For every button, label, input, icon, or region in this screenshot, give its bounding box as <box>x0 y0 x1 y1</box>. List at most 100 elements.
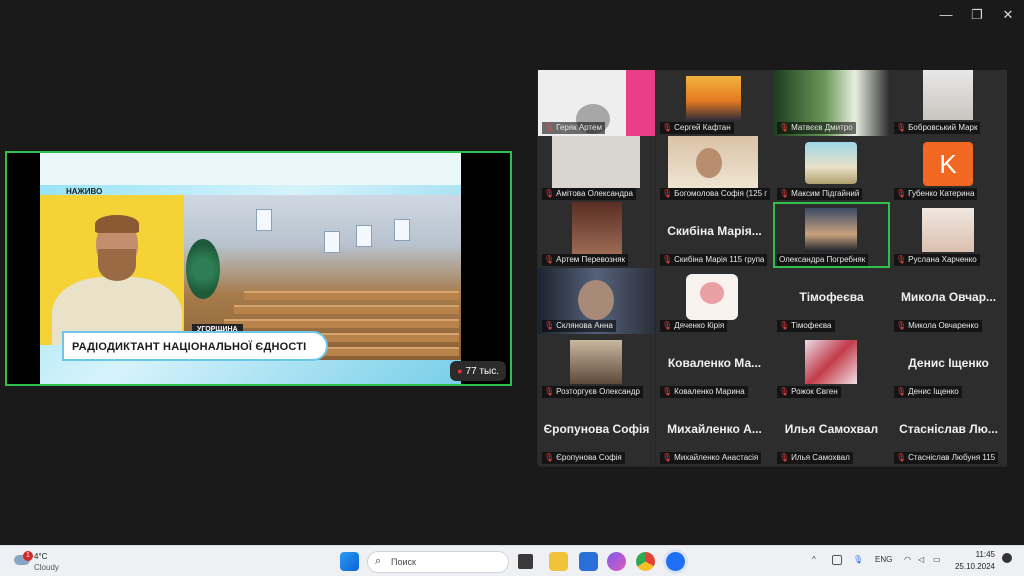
chrome-icon[interactable] <box>636 552 655 571</box>
participant-name: 🎙 Руслана Харченко <box>894 254 980 266</box>
participant-name: 🎙 Микола Овчаренко <box>894 320 982 332</box>
participant-name: 🎙 Дяченко Кірія <box>660 320 728 332</box>
mic-muted-icon: 🎙 <box>662 123 673 132</box>
search-box[interactable]: ⌕ Поиск <box>367 551 509 573</box>
mic-muted-icon: 🎙 <box>896 123 907 132</box>
wifi-icon[interactable]: ◠ <box>904 555 911 564</box>
start-icon[interactable] <box>340 552 359 571</box>
weather-widget[interactable]: 1 4°C Cloudy <box>14 550 74 574</box>
participant-tile[interactable]: Денис Іщенко 🎙 Денис Іщенко <box>890 334 1007 400</box>
microphone-icon[interactable]: 🎙 <box>853 555 863 564</box>
participant-name: 🎙 Розторгуєв Олександр <box>542 386 643 398</box>
participant-tile[interactable]: 🎙 Бобровський Марк <box>890 70 1007 136</box>
participant-tile[interactable]: 🎙 Матвєєв Дмитро <box>773 70 890 136</box>
participant-photo <box>923 70 973 120</box>
hall-window <box>394 219 410 241</box>
zoom-icon[interactable] <box>666 552 685 571</box>
participant-tile-active-speaker[interactable]: Олександра Погребняк <box>773 202 890 268</box>
participant-photo-detail <box>700 282 724 304</box>
shared-screen[interactable]: НАЖИВО УГОРЩИНА РАДІОДИКТАНТ НАЦІОНАЛЬНО… <box>5 151 512 386</box>
participant-big-name: Коваленко Ма... <box>667 356 762 370</box>
participant-tile[interactable]: 🎙 Богомолова Софія (125 г <box>656 136 773 202</box>
plant <box>186 239 220 299</box>
task-view-icon[interactable] <box>518 554 533 569</box>
mic-muted-icon: 🎙 <box>896 321 907 330</box>
participant-name: 🎙 Склянова Анна <box>542 320 616 332</box>
clock-date: 25.10.2024 <box>954 562 995 571</box>
participant-tile[interactable]: Микола Овчар... 🎙 Микола Овчаренко <box>890 268 1007 334</box>
mic-muted-icon: 🎙 <box>896 255 907 264</box>
participant-tile[interactable]: Илья Самохвал 🎙 Илья Самохвал <box>773 400 890 466</box>
participant-big-name: Єропунова Софія <box>543 422 650 436</box>
avatar: K <box>923 142 973 186</box>
participant-photo <box>805 142 857 184</box>
participant-big-name: Илья Самохвал <box>784 422 879 436</box>
participant-video <box>805 208 857 252</box>
participant-name: 🎙 Матвєєв Дмитро <box>777 122 856 134</box>
tray-app-icon[interactable] <box>832 555 842 565</box>
participant-tile[interactable]: 🎙 Геряк Артем <box>538 70 655 136</box>
mic-muted-icon: 🎙 <box>544 387 555 396</box>
participant-name: 🎙 Губенко Катерина <box>894 188 978 200</box>
volume-icon[interactable]: ◁ <box>918 555 924 564</box>
participant-tile[interactable]: Єропунова Софія 🎙 Єропунова Софія <box>538 400 655 466</box>
minimize-button[interactable]: — <box>933 6 959 24</box>
participant-tile[interactable]: 🎙 Рожок Євген <box>773 334 890 400</box>
participant-tile[interactable]: 🎙 Артем Перевозняк <box>538 202 655 268</box>
notifications-icon[interactable] <box>1002 553 1012 563</box>
participant-photo <box>686 76 741 121</box>
participant-name: 🎙 Богомолова Софія (125 г <box>660 188 771 200</box>
mic-muted-icon: 🎙 <box>896 189 907 198</box>
mic-muted-icon: 🎙 <box>779 453 790 462</box>
participant-big-name: Тімофеєва <box>799 290 864 304</box>
close-button[interactable]: ✕ <box>995 6 1021 24</box>
participant-tile[interactable]: 🎙 Розторгуєв Олександр <box>538 334 655 400</box>
participant-photo <box>922 208 974 252</box>
participant-video <box>552 136 640 188</box>
participant-tile[interactable]: 🎙 Сергей Кафтан <box>656 70 773 136</box>
copilot-icon[interactable] <box>607 552 626 571</box>
banner-text: РАДІОДИКТАНТ НАЦІОНАЛЬНОЇ ЄДНОСТІ <box>72 341 307 353</box>
participant-name: 🎙 Рожок Євген <box>777 386 841 398</box>
participant-head <box>578 280 614 320</box>
title-banner: РАДІОДИКТАНТ НАЦІОНАЛЬНОЇ ЄДНОСТІ <box>64 333 326 359</box>
viewers-badge[interactable]: ● 77 тыс. <box>450 361 506 381</box>
mic-muted-icon: 🎙 <box>779 387 790 396</box>
restore-button[interactable]: ❐ <box>964 6 990 24</box>
desk-row <box>224 319 459 328</box>
participant-tile[interactable]: Михайленко А... 🎙 Михайленко Анастасія <box>656 400 773 466</box>
participant-tile[interactable]: K 🎙 Губенко Катерина <box>890 136 1007 202</box>
presenter-beard <box>98 249 136 281</box>
weather-temp: 4°C <box>34 552 48 561</box>
clock-time: 11:45 <box>975 550 995 559</box>
store-icon[interactable] <box>579 552 598 571</box>
meeting-window: — ❐ ✕ НАЖИВО УГОРЩИНА РАДІОДИКТАНТ НАЦІО… <box>0 0 1024 545</box>
participant-tile[interactable]: Тімофеєва 🎙 Тімофеєва <box>773 268 890 334</box>
chevron-up-icon[interactable]: ^ <box>812 555 816 564</box>
participant-name: 🎙 Максим Підгайний <box>777 188 863 200</box>
mic-muted-icon: 🎙 <box>544 189 555 198</box>
file-explorer-icon[interactable] <box>549 552 568 571</box>
participant-tile[interactable]: 🎙 Склянова Анна <box>538 268 655 334</box>
language-indicator[interactable]: ENG <box>875 555 892 564</box>
battery-icon[interactable]: ▭ <box>933 555 941 564</box>
participant-name: 🎙 Єропунова Софія <box>542 452 625 464</box>
search-icon: ⌕ <box>375 555 382 567</box>
hall-window <box>256 209 272 231</box>
hall-window <box>324 231 340 253</box>
mic-muted-icon: 🎙 <box>896 453 907 462</box>
desk-row <box>234 305 459 314</box>
participant-name: 🎙 Артем Перевозняк <box>542 254 629 266</box>
participant-name: 🎙 Денис Іщенко <box>894 386 962 398</box>
participant-tile[interactable]: 🎙 Дяченко Кірія <box>656 268 773 334</box>
participant-tile[interactable]: Коваленко Ма... 🎙 Коваленко Марина <box>656 334 773 400</box>
participant-tile[interactable]: 🎙 Максим Підгайний <box>773 136 890 202</box>
participant-tile[interactable]: 🎙 Амітова Олександра <box>538 136 655 202</box>
presenter-video <box>40 195 184 345</box>
clock[interactable]: 11:45 25.10.2024 <box>955 549 995 573</box>
participant-tile[interactable]: Скибіна Марія... 🎙 Скибіна Марія 115 груп… <box>656 202 773 268</box>
shared-video: НАЖИВО УГОРЩИНА РАДІОДИКТАНТ НАЦІОНАЛЬНО… <box>40 153 461 384</box>
live-dot-icon: ● <box>457 366 463 376</box>
participant-tile[interactable]: 🎙 Руслана Харченко <box>890 202 1007 268</box>
participant-tile[interactable]: Стаснiслав Лю... 🎙 Стаснiслав Любуня 115 <box>890 400 1007 466</box>
